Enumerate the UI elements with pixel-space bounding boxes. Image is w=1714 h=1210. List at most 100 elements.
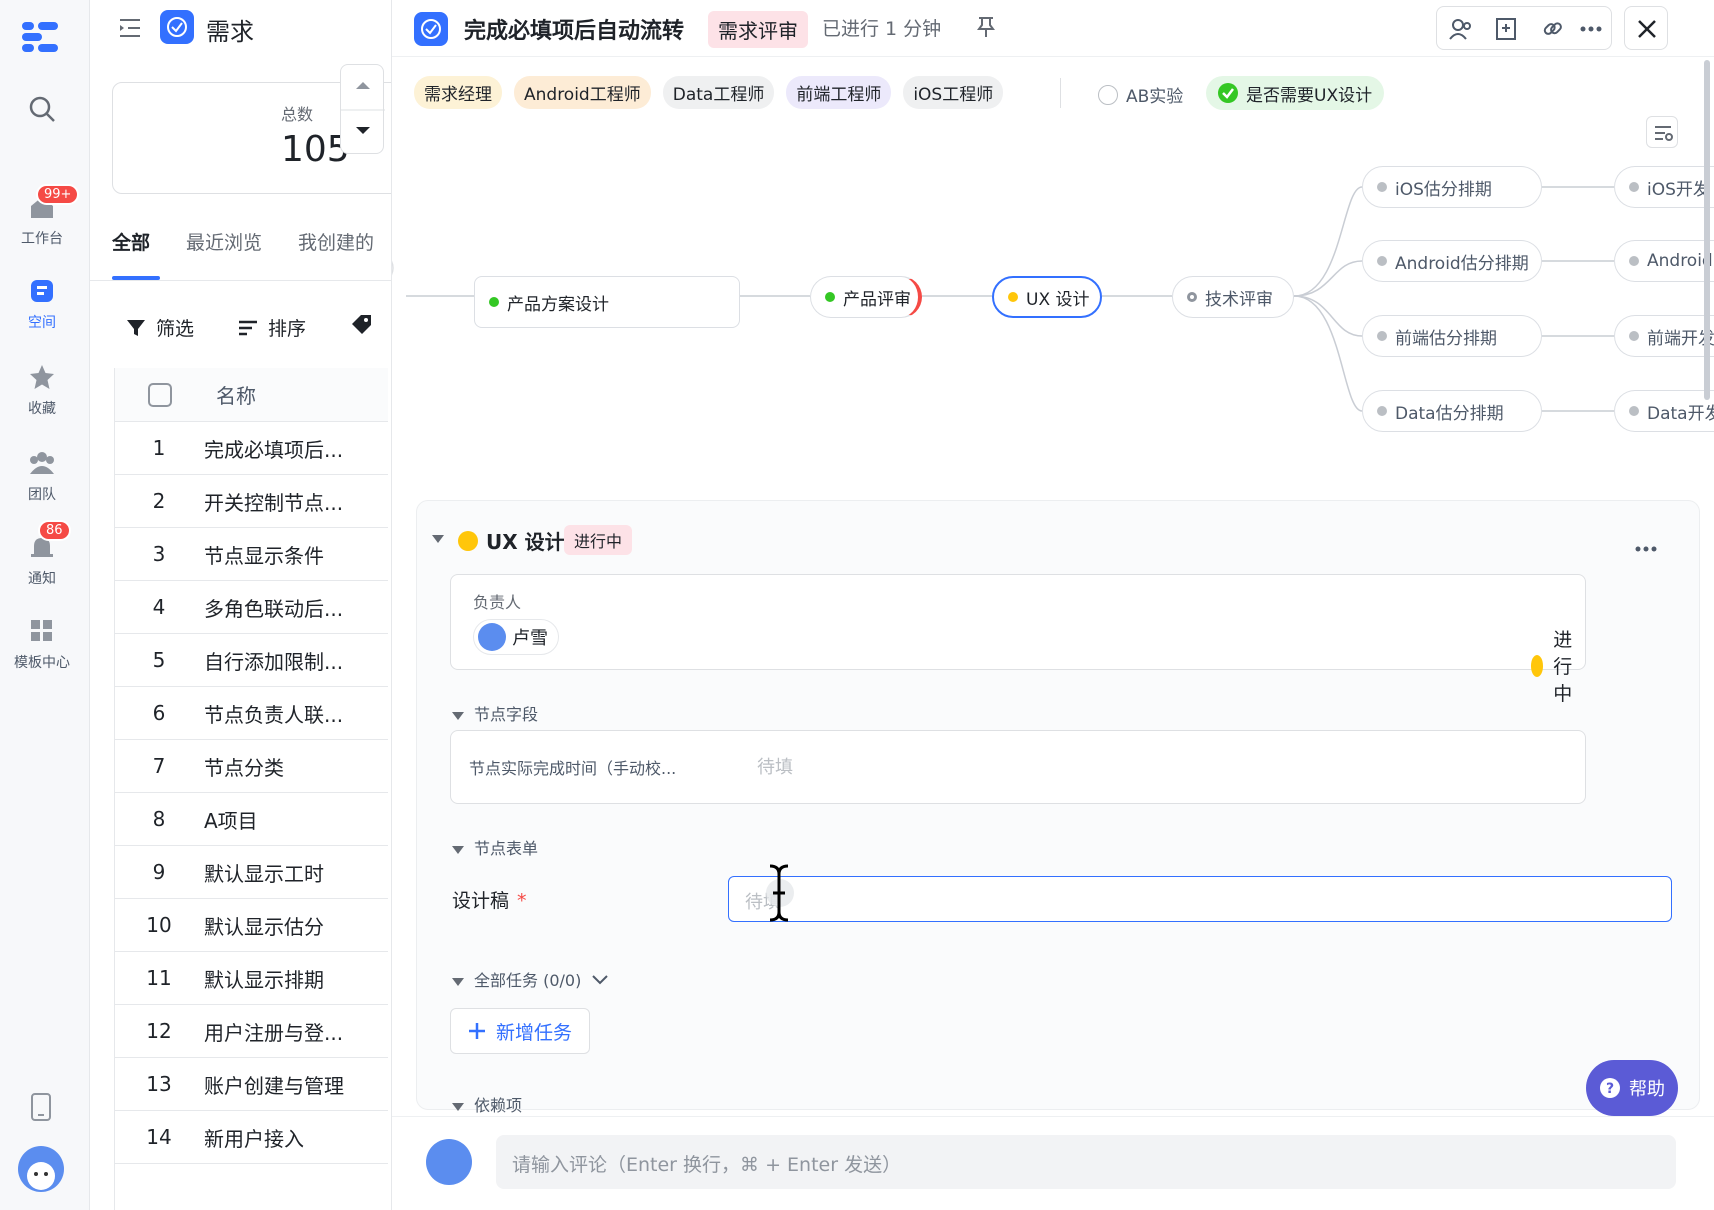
flow-node-android-dev[interactable]: Android xyxy=(1614,240,1714,282)
design-file-input[interactable]: 待填 xyxy=(728,876,1672,922)
nav-notify[interactable]: 通知 86 xyxy=(0,520,84,588)
table-row[interactable]: 13 账户创建与管理 xyxy=(114,1058,388,1111)
stage-tag[interactable]: 需求评审 xyxy=(708,11,808,48)
nav-favorites[interactable]: 收藏 xyxy=(0,362,84,418)
table-left-border xyxy=(114,368,115,1210)
mobile-icon[interactable] xyxy=(30,1092,54,1126)
plus-icon xyxy=(468,1023,485,1039)
flow-node-tech-review[interactable]: 技术评审 xyxy=(1172,276,1294,318)
comment-bar: 请输入评论（Enter 换行，⌘ + Enter 发送） xyxy=(392,1116,1714,1210)
row-name: 默认显示工时 xyxy=(204,861,324,886)
table-row[interactable]: 14 新用户接入 xyxy=(114,1111,388,1164)
row-name: 节点分类 xyxy=(204,755,284,780)
nav-space[interactable]: 空间 xyxy=(0,276,84,332)
column-header-name: 名称 xyxy=(216,384,256,408)
row-name: 节点负责人联... xyxy=(204,702,344,727)
nav-search[interactable] xyxy=(0,94,84,130)
nav-team[interactable]: 团队 xyxy=(0,448,84,504)
text-cursor-icon xyxy=(764,862,794,928)
comment-input[interactable]: 请输入评论（Enter 换行，⌘ + Enter 发送） xyxy=(496,1135,1676,1189)
more-icon[interactable] xyxy=(1579,25,1603,33)
status-dot xyxy=(1377,182,1387,192)
bookmark-add-icon[interactable] xyxy=(1495,17,1517,41)
table-row[interactable]: 12 用户注册与登... xyxy=(114,1005,388,1058)
tab-created[interactable]: 我创建的 xyxy=(298,232,374,254)
flow-node-product-review[interactable]: 产品评审 xyxy=(810,276,922,318)
progress-icon xyxy=(1531,654,1544,677)
flow-node-data-estimate[interactable]: Data估分排期 xyxy=(1362,390,1542,432)
role-tag[interactable]: iOS工程师 xyxy=(903,76,1004,109)
template-icon xyxy=(31,620,52,641)
help-button[interactable]: ? 帮助 xyxy=(1586,1060,1678,1116)
status-dot xyxy=(1377,331,1387,341)
filter-button[interactable]: 筛选 xyxy=(126,314,194,341)
flow-node-frontend-estimate[interactable]: 前端估分排期 xyxy=(1362,315,1542,357)
detail-title[interactable]: 完成必填项后自动流转 xyxy=(464,13,684,45)
pin-icon[interactable] xyxy=(976,16,996,42)
table-row[interactable]: 8 A项目 xyxy=(114,793,388,846)
flow-node-data-dev[interactable]: Data开发 xyxy=(1614,390,1714,432)
status-badge[interactable]: 进行中 xyxy=(564,525,633,555)
table-row[interactable]: 5 自行添加限制... xyxy=(114,634,388,687)
search-icon xyxy=(29,96,55,122)
avatar[interactable] xyxy=(18,1146,64,1192)
nav-templates[interactable]: 模板中心 xyxy=(0,616,84,672)
app-logo-icon[interactable] xyxy=(20,20,60,56)
divider xyxy=(90,280,391,281)
deps-section-title[interactable]: 依赖项 xyxy=(452,1092,522,1116)
table-row[interactable]: 11 默认显示排期 xyxy=(114,952,388,1005)
row-name: 账户创建与管理 xyxy=(204,1073,344,1098)
owner-chip[interactable]: 卢雪 xyxy=(473,619,559,655)
flow-node-ios-estimate[interactable]: iOS估分排期 xyxy=(1362,166,1542,208)
row-index: 10 xyxy=(146,913,172,937)
sort-icon xyxy=(239,320,257,335)
members-icon[interactable] xyxy=(1449,18,1473,40)
sort-button[interactable]: 排序 xyxy=(238,314,306,341)
collapse-sidebar-icon[interactable] xyxy=(118,16,142,44)
left-nav: 工作台 99+ 空间 收藏 团队 通知 86 模板中心 xyxy=(0,0,90,1210)
role-tag[interactable]: Android工程师 xyxy=(514,76,651,109)
flow-node-frontend-dev[interactable]: 前端开发 xyxy=(1614,315,1714,357)
row-index: 5 xyxy=(152,648,166,672)
close-button[interactable] xyxy=(1624,6,1668,50)
table-row[interactable]: 10 默认显示估分 xyxy=(114,899,388,952)
tab-all[interactable]: 全部 xyxy=(112,232,150,254)
ux-design-toggle[interactable]: 是否需要UX设计 xyxy=(1206,76,1385,110)
scrollbar[interactable] xyxy=(1704,60,1710,400)
role-tag[interactable]: Data工程师 xyxy=(662,76,775,109)
collapse-caret-icon[interactable] xyxy=(430,530,446,549)
more-icon[interactable] xyxy=(1634,538,1658,557)
ab-test-toggle[interactable]: AB实验 xyxy=(1098,82,1183,107)
tab-recent[interactable]: 最近浏览 xyxy=(186,232,262,254)
status-dot xyxy=(458,531,478,551)
link-icon[interactable] xyxy=(1541,17,1565,41)
help-label: 帮助 xyxy=(1629,1079,1665,1100)
table-row[interactable]: 6 节点负责人联... xyxy=(114,687,388,740)
flow-node-product-plan[interactable]: 产品方案设计 xyxy=(474,276,740,328)
select-all-checkbox[interactable] xyxy=(148,382,172,407)
flow-node-android-estimate[interactable]: Android估分排期 xyxy=(1362,240,1542,282)
table-row[interactable]: 9 默认显示工时 xyxy=(114,846,388,899)
role-tag[interactable]: 需求经理 xyxy=(414,76,502,109)
notification-badge: 86 xyxy=(38,520,71,541)
tag-icon[interactable] xyxy=(350,314,374,340)
status-dot xyxy=(1629,256,1639,266)
table-row[interactable]: 3 节点显示条件 xyxy=(114,528,388,581)
table-row[interactable]: 2 开关控制节点... xyxy=(114,475,388,528)
flow-node-ux-design[interactable]: UX 设计 xyxy=(992,276,1102,318)
row-index: 6 xyxy=(152,701,166,725)
scroll-arrows[interactable] xyxy=(340,64,385,154)
owner-status[interactable]: 进行中 xyxy=(1531,625,1585,706)
fields-section-title[interactable]: 节点字段 xyxy=(452,701,538,725)
flow-settings-button[interactable] xyxy=(1646,116,1678,148)
tasks-section-title[interactable]: 全部任务 (0/0) xyxy=(452,967,609,991)
form-section-title[interactable]: 节点表单 xyxy=(452,835,538,859)
table-row[interactable]: 7 节点分类 xyxy=(114,740,388,793)
add-task-button[interactable]: 新增任务 xyxy=(450,1008,590,1054)
nav-workbench[interactable]: 工作台 99+ xyxy=(0,184,84,248)
field-value[interactable]: 待填 xyxy=(757,753,793,779)
table-row[interactable]: 4 多角色联动后... xyxy=(114,581,388,634)
flow-node-ios-dev[interactable]: iOS开发 xyxy=(1614,166,1714,208)
role-tag[interactable]: 前端工程师 xyxy=(786,76,892,109)
table-row[interactable]: 1 完成必填项后... xyxy=(114,422,388,475)
